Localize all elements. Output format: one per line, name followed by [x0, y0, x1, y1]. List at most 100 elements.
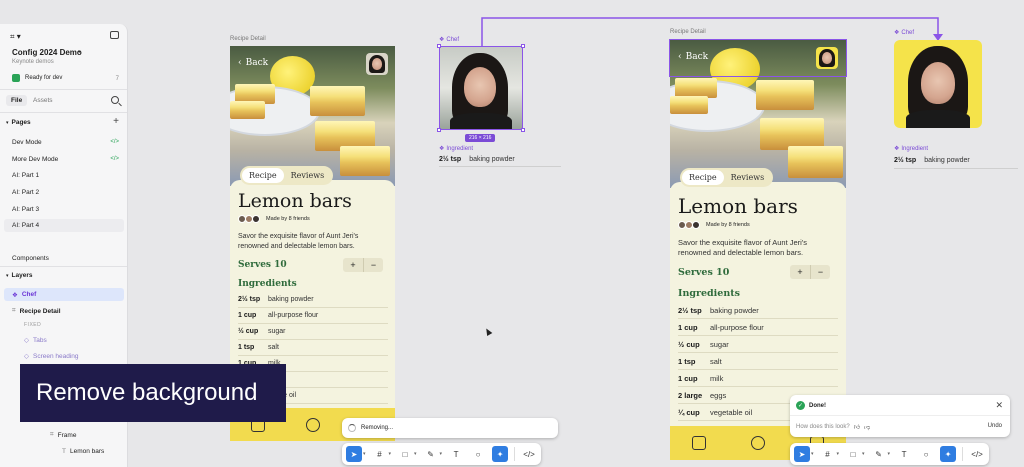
actions-tool-icon[interactable]: ✦: [492, 446, 509, 462]
ingredient-qty: ¼ cup: [678, 407, 700, 417]
actions-tool-icon[interactable]: ✦: [940, 446, 957, 462]
pen-tool-icon[interactable]: ✎: [871, 446, 887, 462]
thumbs-up-icon[interactable]: 👍︎: [854, 423, 860, 431]
ingredient-name: salt: [710, 356, 722, 366]
page-item-ai-part-3[interactable]: AI: Part 3: [12, 206, 39, 213]
recipe-box-icon[interactable]: [692, 436, 707, 450]
chef-avatar[interactable]: [366, 53, 388, 75]
figma-menu-icon[interactable]: ⌗ ▾: [10, 32, 21, 42]
ingredient-component-label[interactable]: ❖ Ingredient: [894, 145, 928, 153]
ingredients-header: Ingredients: [238, 279, 297, 289]
text-tool-icon[interactable]: T: [448, 446, 464, 462]
sidebar-toggle-icon[interactable]: [110, 31, 119, 39]
chevron-down-icon[interactable]: ▾: [888, 451, 891, 457]
ingredient-component[interactable]: 2½ tsp baking powder: [894, 157, 970, 164]
divider: [962, 447, 964, 461]
file-subtitle: Keynote demos: [12, 59, 54, 65]
divider: [514, 447, 516, 461]
tab-file[interactable]: File: [6, 95, 28, 106]
chef-face: [921, 62, 955, 104]
divider: [0, 112, 127, 113]
comment-tool-icon[interactable]: ○: [918, 446, 934, 462]
chevron-down-icon[interactable]: ▾: [363, 451, 366, 457]
layer-recipe-detail[interactable]: ⌗ Recipe Detail: [12, 307, 61, 315]
close-icon[interactable]: ✕: [995, 400, 1003, 411]
layer-tabs[interactable]: ◇ Tabs: [24, 336, 47, 345]
shape-tool-icon[interactable]: □: [845, 446, 861, 462]
decrement-button[interactable]: −: [810, 265, 830, 279]
tab-recipe[interactable]: Recipe: [682, 170, 724, 185]
components-label[interactable]: Components: [12, 255, 49, 262]
frame-tool-icon[interactable]: #: [820, 446, 836, 462]
made-by-friends: Made by 8 friends: [238, 215, 310, 223]
layers-header[interactable]: ▾ Layers: [6, 272, 32, 279]
chevron-down-icon[interactable]: ▾: [389, 451, 392, 457]
search-icon[interactable]: [111, 96, 119, 104]
back-label: Back: [245, 58, 269, 68]
chevron-down-icon[interactable]: ▾: [837, 451, 840, 457]
thumbs-down-icon[interactable]: 👎︎: [864, 423, 870, 431]
page-item-more-dev-mode[interactable]: More Dev Mode: [12, 156, 58, 163]
page-item-ai-part-4[interactable]: AI: Part 4: [4, 219, 124, 232]
tab-reviews[interactable]: Reviews: [284, 168, 332, 183]
ingredient-row: ½ cup sugar: [678, 336, 838, 353]
file-title-chevron-icon[interactable]: ▾: [78, 49, 81, 55]
decrement-button[interactable]: −: [363, 258, 383, 272]
layer-frame[interactable]: ⌗ Frame: [50, 431, 76, 439]
ingredient-component[interactable]: 2½ tsp baking powder: [439, 156, 515, 163]
chef-photo-bg-removed[interactable]: [894, 40, 982, 128]
component-icon: ❖: [894, 146, 900, 152]
friend-avatar: [692, 221, 700, 229]
layer-screen-heading[interactable]: ◇ Screen heading: [24, 352, 79, 361]
chevron-down-icon[interactable]: ▾: [862, 451, 865, 457]
tab-recipe[interactable]: Recipe: [242, 168, 284, 183]
ready-for-dev-row[interactable]: Ready for dev: [12, 74, 62, 82]
file-title[interactable]: Config 2024 Demo: [12, 48, 82, 57]
increment-button[interactable]: +: [790, 265, 810, 279]
resize-handle[interactable]: [521, 128, 525, 132]
pages-header[interactable]: ▾ Pages: [6, 119, 31, 126]
undo-button[interactable]: Undo: [988, 423, 1002, 429]
frame-tool-icon[interactable]: #: [372, 446, 388, 462]
move-tool-icon[interactable]: ➤: [794, 446, 810, 462]
ingredient-qty: 1 cup: [238, 312, 257, 319]
comment-tool-icon[interactable]: ○: [470, 446, 486, 462]
back-button[interactable]: ‹ Back: [238, 58, 268, 68]
resize-handle[interactable]: [437, 128, 441, 132]
ingredient-qty: 2 large: [678, 390, 703, 400]
page-item-ai-part-2[interactable]: AI: Part 2: [12, 189, 39, 196]
page-item-ai-part-1[interactable]: AI: Part 1: [12, 172, 39, 179]
chevron-down-icon[interactable]: ▾: [414, 451, 417, 457]
search-icon[interactable]: [305, 417, 320, 432]
shape-tool-icon[interactable]: □: [397, 446, 413, 462]
ingredient-component-label[interactable]: ❖ Ingredient: [439, 145, 473, 153]
dev-mode-toggle-icon[interactable]: </>: [521, 446, 537, 462]
ingredient-name: all-purpose flour: [268, 312, 319, 319]
pen-tool-icon[interactable]: ✎: [423, 446, 439, 462]
layer-lemon-bars[interactable]: T Lemon bars: [62, 448, 104, 455]
frame-label-recipe-detail[interactable]: Recipe Detail: [230, 36, 266, 42]
tab-assets[interactable]: Assets: [33, 97, 53, 104]
chef-component-label[interactable]: ❖ Chef: [439, 36, 459, 44]
chevron-down-icon[interactable]: ▾: [440, 451, 443, 457]
chef-component-label[interactable]: ❖ Chef: [894, 29, 914, 37]
frame-icon: ⌗: [50, 431, 54, 438]
text-tool-icon[interactable]: T: [896, 446, 912, 462]
tab-reviews[interactable]: Reviews: [724, 170, 772, 185]
layer-lemon-bars-label: Lemon bars: [69, 448, 105, 455]
recipe-description: Savor the exquisite flavor of Aunt Jeri'…: [238, 233, 359, 250]
add-page-icon[interactable]: +: [113, 117, 119, 127]
dev-mode-toggle-icon[interactable]: </>: [969, 446, 985, 462]
resize-handle[interactable]: [437, 44, 441, 48]
ingredient-name: baking powder: [268, 296, 314, 303]
search-icon[interactable]: [750, 436, 765, 450]
move-tool-icon[interactable]: ➤: [346, 446, 362, 462]
layer-chef[interactable]: ❖ Chef: [4, 288, 124, 301]
page-item-dev-mode[interactable]: Dev Mode: [12, 139, 42, 146]
recipe-description: Savor the exquisite flavor of Aunt Jeri'…: [678, 238, 807, 257]
done-label: Done!: [809, 402, 826, 409]
chevron-down-icon[interactable]: ▾: [811, 451, 814, 457]
increment-button[interactable]: +: [343, 258, 363, 272]
ingredient-row: ½ cup sugar: [238, 324, 388, 340]
ingredient-qty: 2½ tsp: [439, 156, 462, 163]
